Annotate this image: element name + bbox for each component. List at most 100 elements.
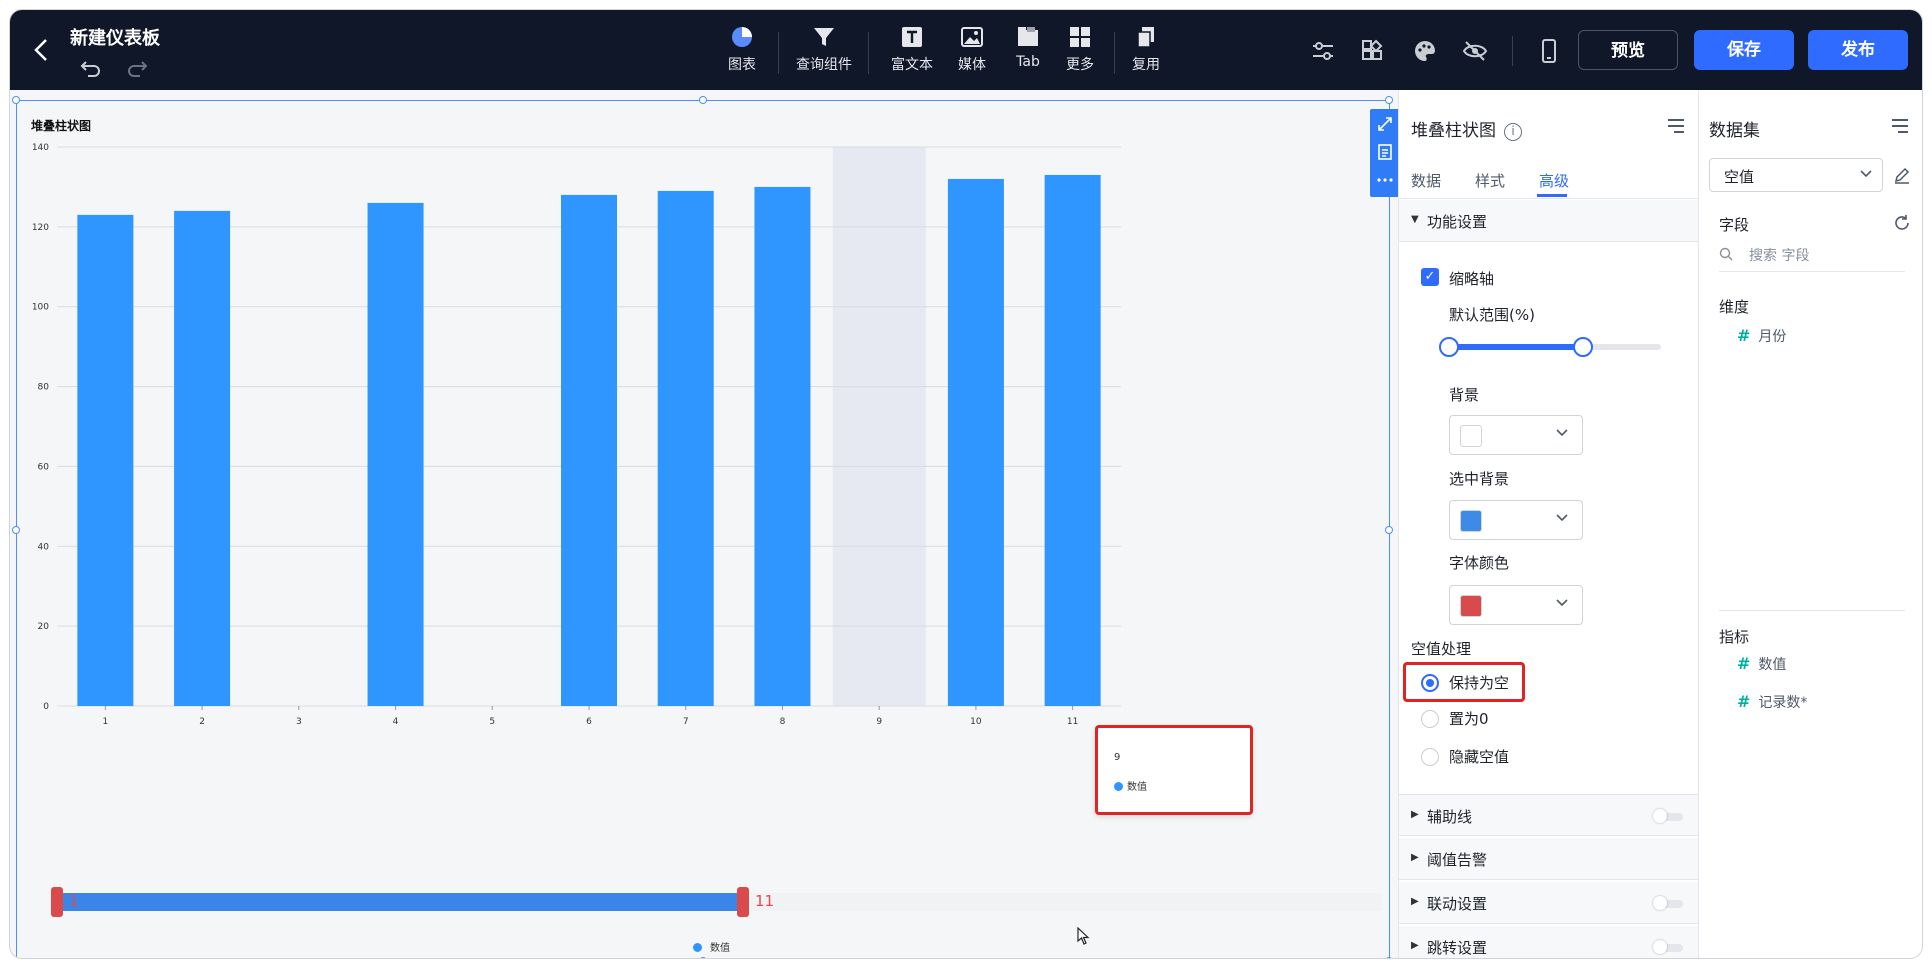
dashboard-title[interactable]: 新建仪表板: [70, 24, 160, 50]
section-function-settings[interactable]: ▼ 功能设置: [1399, 200, 1699, 242]
section-label: 阈值告警: [1427, 851, 1488, 869]
toolbar-reuse[interactable]: 复用: [1114, 24, 1178, 74]
dataset-select[interactable]: 空值: [1709, 158, 1883, 192]
tooltip-series-label: 数值: [1127, 782, 1147, 793]
default-range-start-knob[interactable]: [1439, 337, 1459, 357]
radio-set-zero[interactable]: [1421, 710, 1439, 728]
settings-sliders-icon[interactable]: [1310, 38, 1336, 64]
default-range-fill: [1449, 344, 1583, 350]
metric-field[interactable]: # 记录数*: [1737, 692, 1807, 712]
toolbar-divider: [868, 32, 869, 74]
radio-hide-null-label: 隐藏空值: [1449, 748, 1510, 766]
resize-handle[interactable]: [12, 526, 20, 534]
collapse-menu-icon[interactable]: [1891, 118, 1909, 134]
dimension-field[interactable]: # 月份: [1737, 326, 1786, 346]
hide-eye-icon[interactable]: [1462, 38, 1488, 64]
refresh-icon[interactable]: [1893, 214, 1911, 230]
bar[interactable]: [367, 202, 424, 706]
linkage-toggle[interactable]: [1653, 896, 1683, 910]
y-tick-label: 20: [38, 622, 50, 632]
resize-handle[interactable]: [12, 96, 20, 104]
caret-right-icon: ▶: [1411, 940, 1419, 951]
back-arrow-icon[interactable]: [30, 36, 54, 64]
zoom-slider-start-handle[interactable]: [51, 887, 63, 917]
bar[interactable]: [657, 190, 714, 707]
chart-legend[interactable]: 数值: [693, 939, 730, 954]
more-dots-icon[interactable]: [1376, 171, 1394, 189]
section-jump[interactable]: ▶ 跳转设置: [1399, 926, 1699, 958]
collapse-menu-icon[interactable]: [1667, 118, 1685, 134]
resize-handle[interactable]: [699, 957, 707, 958]
fullscreen-icon[interactable]: [1376, 115, 1394, 133]
hash-icon: #: [1737, 326, 1751, 345]
null-handling-label: 空值处理: [1411, 640, 1472, 658]
bar[interactable]: [174, 210, 231, 706]
aux-line-toggle[interactable]: [1653, 809, 1683, 823]
metric-field-label: 记录数*: [1758, 695, 1808, 711]
bar[interactable]: [1044, 174, 1101, 706]
radio-set-zero-label: 置为0: [1449, 710, 1489, 728]
theme-palette-icon[interactable]: [1412, 38, 1438, 64]
radio-keep-null[interactable]: [1421, 674, 1439, 692]
font-color-swatch: [1460, 595, 1482, 617]
tab-data[interactable]: 数据: [1411, 170, 1441, 191]
toolbar-chart[interactable]: 图表: [710, 24, 774, 74]
save-button[interactable]: 保存: [1694, 30, 1794, 70]
bar[interactable]: [947, 178, 1004, 706]
caret-right-icon: ▶: [1411, 852, 1419, 863]
toolbar-label: 图表: [728, 57, 756, 73]
tab-style[interactable]: 样式: [1475, 170, 1505, 191]
hash-icon: #: [1737, 692, 1751, 711]
resize-handle[interactable]: [699, 96, 707, 104]
y-tick-label: 40: [38, 542, 50, 552]
field-search-input[interactable]: 搜索 字段: [1719, 242, 1905, 272]
toolbar-label: 媒体: [958, 57, 986, 73]
default-range-end-knob[interactable]: [1573, 337, 1593, 357]
info-icon[interactable]: i: [1504, 123, 1522, 141]
bar[interactable]: [77, 214, 134, 706]
toolbar-media[interactable]: 媒体: [940, 24, 1004, 74]
toolbar-query[interactable]: 查询组件: [792, 24, 856, 74]
selected-bg-color-select[interactable]: [1449, 500, 1583, 540]
mouse-cursor-icon: [1077, 926, 1091, 949]
section-aux-line[interactable]: ▶ 辅助线: [1399, 794, 1699, 836]
zoom-slider-selection[interactable]: [57, 893, 743, 911]
detail-doc-icon[interactable]: [1376, 143, 1394, 161]
x-tick-label: 3: [296, 717, 302, 727]
layout-icon[interactable]: [1360, 38, 1386, 64]
font-color-select[interactable]: [1449, 585, 1583, 625]
selected-bg-color-swatch: [1460, 510, 1482, 532]
section-linkage[interactable]: ▶ 联动设置: [1399, 882, 1699, 924]
x-tick-label: 1: [102, 717, 108, 727]
search-icon: [1719, 247, 1733, 265]
resize-handle[interactable]: [1385, 96, 1393, 104]
y-tick-label: 100: [32, 303, 49, 313]
bar[interactable]: [561, 194, 617, 706]
resize-handle[interactable]: [1385, 526, 1393, 534]
radio-hide-null[interactable]: [1421, 748, 1439, 766]
toolbar-more[interactable]: 更多: [1048, 24, 1112, 74]
chevron-down-icon: [1858, 165, 1874, 185]
bar[interactable]: [754, 186, 811, 706]
redo-icon[interactable]: [126, 56, 148, 83]
chart-canvas[interactable]: 堆叠柱状图 0 20 40 60 80 100 120 140 1 2 3 4 5 6 7 8 9 10 11 1 …: [12, 96, 1400, 958]
publish-button[interactable]: 发布: [1808, 30, 1908, 70]
zoom-axis-checkbox[interactable]: ✓: [1421, 268, 1439, 286]
tab-advanced[interactable]: 高级: [1539, 170, 1569, 191]
resize-handle[interactable]: [1385, 957, 1393, 958]
x-tick-label: 2: [199, 717, 205, 727]
x-tick-label: 4: [393, 717, 399, 727]
edit-pencil-icon[interactable]: [1893, 166, 1911, 184]
toolbar-richtext[interactable]: 富文本: [880, 24, 944, 74]
hash-icon: #: [1737, 654, 1751, 673]
background-color-select[interactable]: [1449, 415, 1583, 455]
zoom-slider-end-handle[interactable]: [737, 887, 749, 917]
undo-icon[interactable]: [80, 56, 102, 83]
mobile-icon[interactable]: [1536, 38, 1562, 64]
zoom-slider-track[interactable]: [743, 893, 1381, 911]
metric-field[interactable]: # 数值: [1737, 654, 1786, 674]
jump-toggle[interactable]: [1653, 940, 1683, 954]
section-threshold-alert[interactable]: ▶ 阈值告警: [1399, 838, 1699, 880]
preview-button[interactable]: 预览: [1578, 30, 1678, 70]
resize-handle[interactable]: [12, 957, 20, 958]
